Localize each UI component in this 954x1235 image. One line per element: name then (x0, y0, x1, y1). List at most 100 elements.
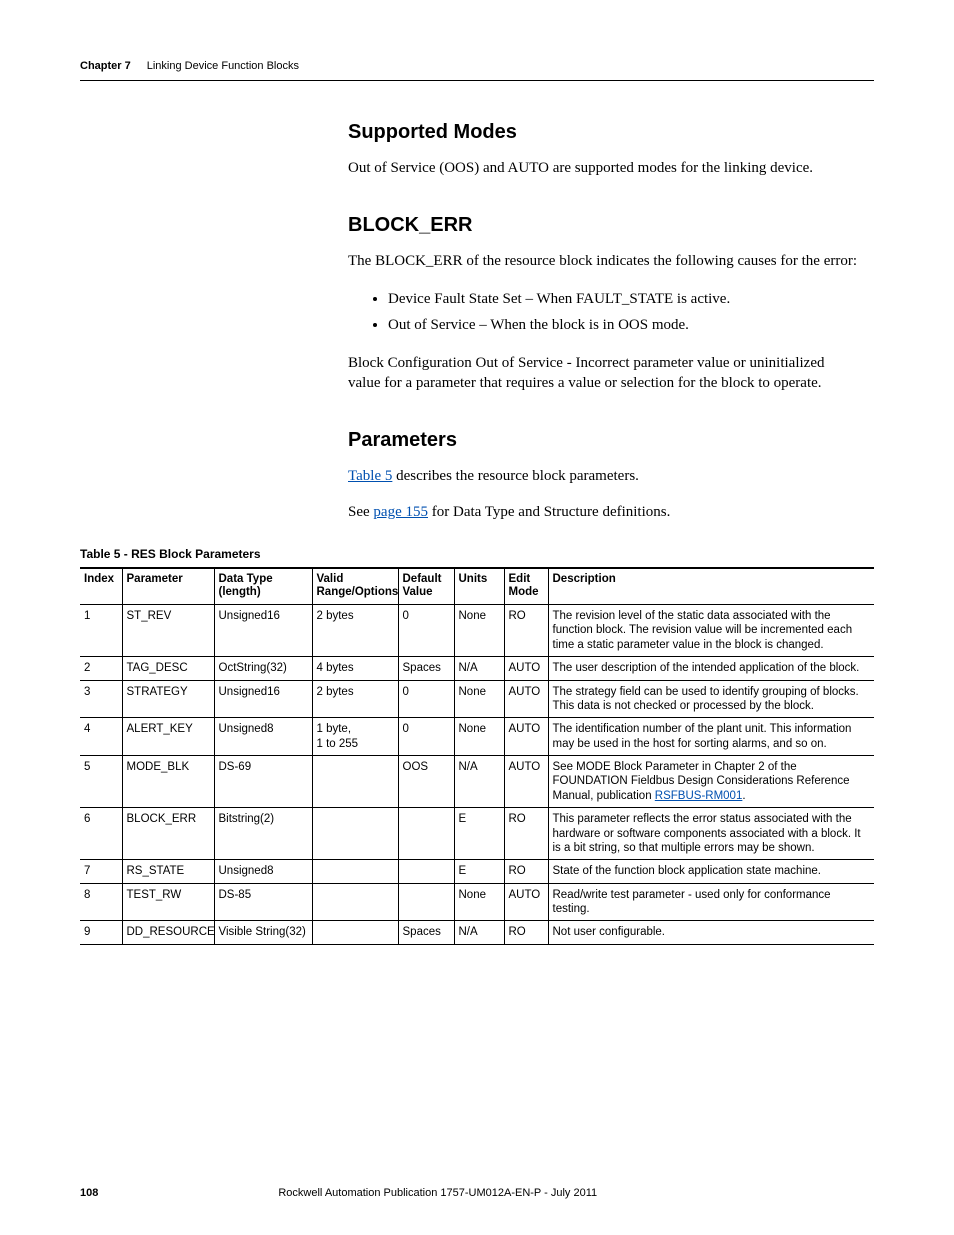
heading-block-err: BLOCK_ERR (348, 214, 860, 237)
table-row: 1ST_REVUnsigned162 bytes0NoneROThe revis… (80, 605, 874, 657)
cell-parameter: TAG_DESC (122, 657, 214, 680)
cell-mode: AUTO (504, 718, 548, 756)
cell-range (312, 883, 398, 921)
para-block-err-2: Block Configuration Out of Service - Inc… (348, 353, 860, 394)
cell-parameter: BLOCK_ERR (122, 808, 214, 860)
cell-description: Read/write test parameter - used only fo… (548, 883, 874, 921)
cell-index: 5 (80, 756, 122, 808)
cell-default: 0 (398, 680, 454, 718)
th-default: Default Value (398, 568, 454, 605)
table-row: 3STRATEGYUnsigned162 bytes0NoneAUTOThe s… (80, 680, 874, 718)
cell-units: N/A (454, 921, 504, 944)
cell-units: None (454, 605, 504, 657)
cell-mode: AUTO (504, 680, 548, 718)
cell-parameter: ALERT_KEY (122, 718, 214, 756)
cell-mode: AUTO (504, 883, 548, 921)
res-block-parameters-table: Index Parameter Data Type (length) Valid… (80, 567, 874, 945)
cell-default: Spaces (398, 921, 454, 944)
cell-range: 2 bytes (312, 605, 398, 657)
th-desc: Description (548, 568, 874, 605)
table-header-row: Index Parameter Data Type (length) Valid… (80, 568, 874, 605)
chapter-title: Linking Device Function Blocks (147, 60, 299, 72)
para-parameters-2a: See (348, 504, 373, 520)
cell-description: The user description of the intended app… (548, 657, 874, 680)
cell-description: The identification number of the plant u… (548, 718, 874, 756)
table-row: 5MODE_BLKDS-69OOSN/AAUTOSee MODE Block P… (80, 756, 874, 808)
cell-data-type: Unsigned16 (214, 680, 312, 718)
cell-units: None (454, 883, 504, 921)
cell-range (312, 808, 398, 860)
cell-index: 9 (80, 921, 122, 944)
cell-range (312, 921, 398, 944)
list-item: Out of Service – When the block is in OO… (388, 314, 860, 337)
cell-index: 8 (80, 883, 122, 921)
table-row: 6BLOCK_ERRBitstring(2) EROThis parameter … (80, 808, 874, 860)
cell-data-type: OctString(32) (214, 657, 312, 680)
cell-description: Not user configurable. (548, 921, 874, 944)
cell-description: State of the function block application … (548, 860, 874, 883)
th-data-type: Data Type (length) (214, 568, 312, 605)
header-rule (80, 80, 874, 81)
cell-mode: AUTO (504, 657, 548, 680)
table-row: 2TAG_DESCOctString(32)4 bytesSpacesN/AAU… (80, 657, 874, 680)
heading-supported-modes: Supported Modes (348, 121, 860, 144)
cell-units: N/A (454, 657, 504, 680)
cell-data-type: Bitstring(2) (214, 808, 312, 860)
cell-index: 1 (80, 605, 122, 657)
running-header: Chapter 7 Linking Device Function Blocks (80, 60, 874, 72)
table-row: 9DD_RESOURCEVisible String(32)SpacesN/AR… (80, 921, 874, 944)
th-mode: Edit Mode (504, 568, 548, 605)
link-table-5[interactable]: Table 5 (348, 468, 392, 484)
cell-units: None (454, 680, 504, 718)
cell-default: 0 (398, 718, 454, 756)
chapter-label: Chapter 7 (80, 60, 131, 72)
table-row: 8TEST_RWDS-85NoneAUTORead/write test par… (80, 883, 874, 921)
cell-description: This parameter reflects the error status… (548, 808, 874, 860)
link-page-155[interactable]: page 155 (373, 504, 428, 520)
th-index: Index (80, 568, 122, 605)
cell-parameter: ST_REV (122, 605, 214, 657)
cell-range: 1 byte,1 to 255 (312, 718, 398, 756)
cell-description: The revision level of the static data as… (548, 605, 874, 657)
cell-index: 4 (80, 718, 122, 756)
para-supported-modes-1: Out of Service (OOS) and AUTO are suppor… (348, 158, 860, 178)
para-parameters-1b: describes the resource block parameters. (392, 468, 639, 484)
cell-index: 6 (80, 808, 122, 860)
th-units: Units (454, 568, 504, 605)
para-block-err-intro: The BLOCK_ERR of the resource block indi… (348, 251, 860, 271)
th-range: Valid Range/Options (312, 568, 398, 605)
cell-description: The strategy field can be used to identi… (548, 680, 874, 718)
cell-parameter: DD_RESOURCE (122, 921, 214, 944)
cell-mode: AUTO (504, 756, 548, 808)
cell-default: 0 (398, 605, 454, 657)
table-caption: Table 5 - RES Block Parameters (80, 547, 874, 561)
cell-units: N/A (454, 756, 504, 808)
para-parameters-2b: for Data Type and Structure definitions. (428, 504, 670, 520)
cell-default: Spaces (398, 657, 454, 680)
cell-parameter: TEST_RW (122, 883, 214, 921)
heading-parameters: Parameters (348, 429, 860, 452)
table-row: 4ALERT_KEYUnsigned81 byte,1 to 2550NoneA… (80, 718, 874, 756)
cell-range: 2 bytes (312, 680, 398, 718)
cell-default (398, 860, 454, 883)
cell-units: E (454, 808, 504, 860)
cell-range (312, 756, 398, 808)
cell-range (312, 860, 398, 883)
para-parameters-1: Table 5 describes the resource block par… (348, 466, 860, 486)
table-row: 7RS_STATEUnsigned8EROState of the functi… (80, 860, 874, 883)
cell-mode: RO (504, 605, 548, 657)
link-rsfbus-rm001[interactable]: RSFBUS-RM001 (655, 790, 743, 802)
cell-mode: RO (504, 808, 548, 860)
cell-mode: RO (504, 921, 548, 944)
cell-units: None (454, 718, 504, 756)
cell-parameter: RS_STATE (122, 860, 214, 883)
cell-data-type: Unsigned8 (214, 860, 312, 883)
cell-index: 7 (80, 860, 122, 883)
block-err-list: Device Fault State Set – When FAULT_STAT… (372, 288, 860, 337)
th-parameter: Parameter (122, 568, 214, 605)
cell-data-type: Unsigned16 (214, 605, 312, 657)
cell-default (398, 883, 454, 921)
cell-data-type: Unsigned8 (214, 718, 312, 756)
cell-default (398, 808, 454, 860)
list-item: Device Fault State Set – When FAULT_STAT… (388, 288, 860, 311)
